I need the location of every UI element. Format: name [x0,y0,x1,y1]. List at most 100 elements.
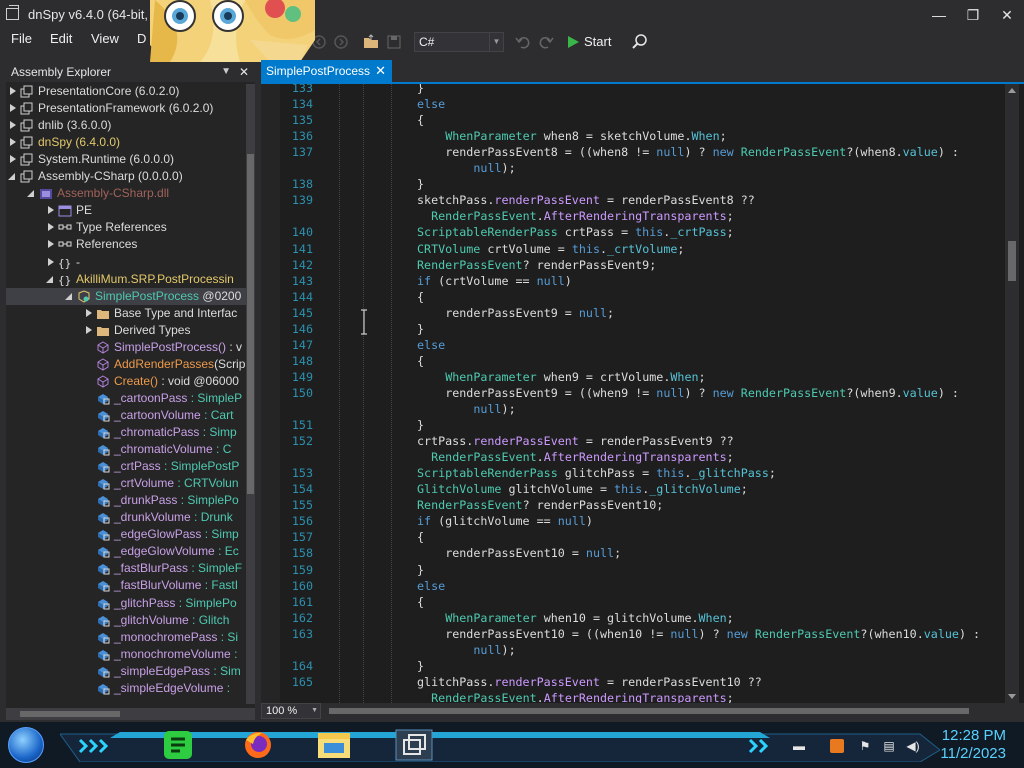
tree-item[interactable]: _glitchVolume : Glitch [6,612,246,629]
flag-icon[interactable]: ⚑ [858,739,872,753]
tree-item[interactable]: _cartoonVolume : Cart [6,407,246,424]
tree-item[interactable]: {} - [6,254,246,271]
tree-item[interactable]: _drunkVolume : Drunk [6,509,246,526]
menu-file[interactable]: File [8,31,35,46]
code-editor[interactable]: 133} 134 else 135{136 WhenParameter when8 = … [261,84,1024,703]
tree-item[interactable]: dnSpy (6.4.0.0) [6,134,246,151]
tree-item[interactable]: References [6,236,246,253]
collapse-arrow-icon[interactable] [10,121,16,130]
scrollbar-thumb[interactable] [20,711,120,717]
tree-item[interactable]: _crtVolume : CRTVolun [6,475,246,492]
tree-item[interactable]: _chromaticVolume : C [6,441,246,458]
code-token: WhenParameter [445,129,537,144]
tree-item[interactable]: Base Type and Interfac [6,305,246,322]
tree-item[interactable]: _monochromePass : Si [6,629,246,646]
close-button[interactable]: ✕ [992,4,1022,26]
tree-item[interactable]: System.Runtime (6.0.0.0) [6,151,246,168]
expand-arrow-icon[interactable] [27,190,34,198]
code-token: this [656,466,685,481]
undo-icon[interactable] [514,33,532,51]
tree-item[interactable]: SimplePostProcess @0200 [6,287,246,305]
tree-item[interactable]: PresentationCore (6.0.2.0) [6,83,246,100]
tree-item[interactable]: _simpleEdgePass : Sim [6,663,246,680]
language-select[interactable]: C# ▼ [414,32,504,52]
tree-item[interactable]: _drunkPass : SimplePo [6,492,246,509]
tree-item[interactable]: _chromaticPass : Simp [6,424,246,441]
code-line: 143 if (crtVolume == null) [261,273,1021,289]
tree-item[interactable]: _fastBlurVolume : FastI [6,577,246,594]
volume-icon[interactable]: ◀) [906,739,920,753]
tree-item[interactable]: Derived Types [6,322,246,339]
start-button[interactable]: Start [568,32,611,52]
tree-item[interactable]: Assembly-CSharp.dll [6,185,246,202]
tree-item[interactable]: Type References [6,219,246,236]
tree-item[interactable]: _cartoonPass : SimpleP [6,390,246,407]
collapse-arrow-icon[interactable] [48,257,54,266]
tree-item[interactable]: _glitchPass : SimplePo [6,595,246,612]
menu-view[interactable]: View [88,31,122,46]
zoom-level-select[interactable]: 100 % ▼ [261,703,321,719]
save-icon[interactable] [385,33,403,51]
firefox-icon[interactable] [238,728,278,762]
expand-arrow-icon[interactable] [8,173,15,181]
tree-item[interactable]: _fastBlurPass : SimpleF [6,560,246,577]
panel-menu-icon[interactable]: ▼ [221,62,231,82]
maximize-button[interactable]: ❐ [958,4,988,26]
collapse-arrow-icon[interactable] [10,104,16,113]
forward-icon[interactable] [332,33,350,51]
collapse-arrow-icon[interactable] [48,240,54,249]
start-orb[interactable] [8,727,44,763]
tree-item[interactable]: _edgeGlowVolume : Ec [6,543,246,560]
tree-item[interactable]: dnlib (3.6.0.0) [6,117,246,134]
explorer-vertical-scrollbar[interactable] [246,84,255,704]
close-panel-icon[interactable]: ✕ [239,62,249,82]
tree-item[interactable]: {} AkilliMum.SRP.PostProcessin [6,271,246,288]
scrollbar-thumb[interactable] [1008,241,1016,281]
scrollbar-thumb[interactable] [329,708,969,714]
scroll-up-icon[interactable] [1008,88,1016,93]
expand-arrow-icon[interactable] [65,292,72,300]
tree-item[interactable]: Assembly-CSharp (0.0.0.0) [6,168,246,185]
tree-item[interactable]: PE [6,202,246,219]
tree-item[interactable]: SimplePostProcess() : v [6,339,246,356]
scrollbar-thumb[interactable] [247,154,254,494]
menu-debug[interactable]: D [134,31,149,46]
tree-item[interactable]: _monochromeVolume : [6,646,246,663]
close-tab-icon[interactable]: ✕ [375,60,386,82]
tree-item[interactable]: AddRenderPasses(Scrip [6,356,246,373]
collapse-arrow-icon[interactable] [86,325,92,334]
chevron-down-icon: ▼ [489,33,503,51]
explorer-horizontal-scrollbar[interactable] [6,708,255,720]
tree-item-name: _simpleEdgePass [114,663,211,678]
system-clock[interactable]: 12:28 PM 11/2/2023 [940,727,1006,763]
file-explorer-icon[interactable] [314,728,354,762]
scroll-down-icon[interactable] [1008,694,1016,699]
dnspy-taskbar-icon[interactable] [394,728,434,762]
tree-item[interactable]: _simpleEdgeVolume : [6,680,246,697]
code-token: AfterRenderingTransparents [543,450,727,465]
notes-app-icon[interactable] [158,728,198,762]
search-icon[interactable] [631,33,649,51]
tree-item[interactable]: _edgeGlowPass : Simp [6,526,246,543]
keyboard-icon[interactable]: ▬ [792,739,806,753]
tree-item[interactable]: PresentationFramework (6.0.2.0) [6,100,246,117]
minimize-button[interactable]: — [924,4,954,26]
collapse-arrow-icon[interactable] [48,223,54,232]
collapse-arrow-icon[interactable] [10,138,16,147]
tree-item[interactable]: Create() : void @06000 [6,373,246,390]
collapse-arrow-icon[interactable] [86,308,92,317]
redo-icon[interactable] [537,33,555,51]
collapse-arrow-icon[interactable] [10,155,16,164]
tree-item-signature: : [223,680,231,695]
collapse-arrow-icon[interactable] [10,87,16,95]
editor-horizontal-scrollbar[interactable] [323,705,1005,717]
network-icon[interactable]: ▤ [882,739,896,753]
collapse-arrow-icon[interactable] [48,206,54,215]
editor-vertical-scrollbar[interactable] [1005,84,1019,703]
open-folder-icon[interactable] [362,33,380,51]
tree-item[interactable]: _crtPass : SimplePostP [6,458,246,475]
menu-edit[interactable]: Edit [47,31,75,46]
tab-simplepostprocess[interactable]: SimplePostProcess ✕ [261,60,392,82]
app-tray-icon[interactable] [830,739,844,753]
expand-arrow-icon[interactable] [46,275,53,283]
